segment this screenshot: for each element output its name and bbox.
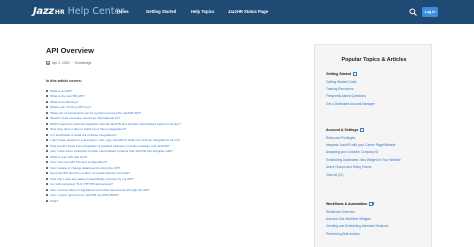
section-list-getting-started: Getting Started Guide Training Resources F… (326, 78, 426, 108)
article-category[interactable]: Knowledge (75, 61, 92, 65)
external-link-icon (369, 202, 374, 206)
toc-item-label: Can I export reports from JazzHR via CSV… (50, 193, 120, 198)
jazzhr-logo[interactable]: Jazz HR Help Center (33, 6, 124, 18)
toc-item-label: Does the API limit the number of results… (50, 171, 130, 176)
bullet-icon (46, 161, 48, 164)
sidebar-link[interactable]: Assigning your LinkedIn Company ID (326, 149, 426, 156)
bullet-icon (46, 199, 48, 202)
toc-item-label: Is it still encrypted: TLS / HTTPS and a… (50, 182, 113, 187)
toc-item-label: What is an API? (50, 88, 73, 93)
bullet-icon (46, 117, 48, 120)
toc-item-label: Which would an external integration bene… (50, 121, 181, 126)
bullet-icon (46, 155, 48, 158)
toc-item-label: Where can I find my API Key? (50, 105, 92, 110)
table-of-contents: What is an API? What is the JazzHR API? Wh… (46, 88, 296, 204)
bullet-icon (46, 172, 48, 175)
section-heading-account-settings[interactable]: Account & Settings (326, 128, 365, 132)
bullet-icon (46, 183, 48, 186)
section-heading-label: Getting Started (326, 72, 352, 76)
toc-item-label: Can I delete or change data/records usin… (50, 165, 121, 170)
toc-item-label: How long does it take to build out of th… (50, 127, 127, 132)
sidebar-link[interactable]: Embedding Automated Jobs Widget on Your … (326, 156, 426, 163)
toc-item-label: Can I set your API inbound configuration… (50, 160, 108, 165)
toc-item-label: What sort of interactions can be perform… (50, 110, 142, 115)
sidebar-link[interactable]: Performing Bulk Actions (326, 230, 426, 237)
toc-item-label: FAQ's (50, 198, 59, 203)
logo-jazz-text: Jazz (33, 6, 54, 17)
sidebar-link[interactable]: Add and Use Workflow Widgets (326, 215, 426, 222)
logo-hr-text: HR (54, 9, 65, 16)
toc-item[interactable]: FAQ's (46, 198, 296, 204)
section-list-account-settings: Roles and Privileges Integrate JazzHR wit… (326, 134, 426, 178)
sidebar-link[interactable]: Integrate JazzHR with your Career Page/W… (326, 141, 426, 148)
toc-item-label: How can I view any data not specifically… (50, 176, 134, 181)
sidebar-link[interactable]: Getting Started Guide (326, 78, 426, 85)
sidebar-link[interactable]: Workflows Overview (326, 208, 426, 215)
article-meta: Apr 2, 2020 · Knowledge (46, 60, 91, 66)
calendar-icon (46, 61, 50, 65)
bullet-icon (46, 122, 48, 125)
sidebar-title: Popular Topics & Articles (341, 57, 407, 63)
bullet-icon (46, 188, 48, 191)
toc-item-label: Is it worthwhile to build out of these i… (50, 132, 117, 137)
nav-getting-started[interactable]: Getting Started (146, 9, 176, 14)
sidebar-link[interactable]: Creating and Scheduling Interview Sessio… (326, 223, 426, 230)
bullet-icon (46, 150, 48, 153)
bullet-icon (46, 166, 48, 169)
external-link-icon (353, 72, 358, 76)
bullet-icon (46, 89, 48, 92)
sidebar-link[interactable]: Training Resources (326, 85, 426, 92)
sidebar-link[interactable]: Frequently Asked Questions (326, 93, 426, 100)
bullet-icon (46, 194, 48, 197)
bullet-icon (46, 144, 48, 147)
sidebar-link[interactable]: Roles and Privileges (326, 134, 426, 141)
toc-label: In this article covers: (46, 79, 82, 83)
toc-item-label: Can I access offers in Signatures and ot… (50, 187, 150, 192)
page-title: API Overview (46, 46, 94, 55)
bullet-icon (46, 177, 48, 180)
section-list-workflows: Workflows Overview Add and Use Workflow W… (326, 208, 426, 238)
section-heading-label: Workflows & Automation (326, 202, 368, 206)
logo-help-center-text: Help Center (67, 6, 125, 17)
bullet-icon (46, 106, 48, 109)
toc-item-label: Would I need someone use these Internati… (50, 116, 121, 121)
external-link-icon (360, 128, 365, 132)
section-heading-label: Account & Settings (326, 128, 359, 132)
sidebar-link[interactable]: Users Groups and Hiring Teams (326, 164, 426, 171)
login-button[interactable]: Log In (422, 7, 438, 17)
bullet-icon (46, 111, 48, 114)
nav-home[interactable]: Home (117, 9, 129, 14)
bullet-icon (46, 100, 48, 103)
site-header: Jazz HR Help Center Home Getting Started… (0, 0, 474, 24)
nav-status-page[interactable]: JazzHR Status Page (228, 9, 268, 14)
bullet-icon (46, 139, 48, 142)
bullet-icon (46, 133, 48, 136)
sidebar-link[interactable]: Get a Dedicated Account Manager (326, 100, 426, 107)
meta-separator: · (71, 61, 73, 65)
toc-item-label: What is an API Key? (50, 99, 79, 104)
section-heading-workflows[interactable]: Workflows & Automation (326, 202, 374, 206)
toc-item-label: I don't have access to a developer. Can … (50, 138, 181, 143)
bullet-icon (46, 95, 48, 98)
bullet-icon (46, 128, 48, 131)
toc-item-label: How would I know if an integration is po… (50, 143, 170, 148)
toc-item-label: Can I view some examples of other cloud-… (50, 149, 173, 154)
search-icon[interactable] (409, 8, 417, 16)
nav-help-topics[interactable]: Help Topics (191, 9, 214, 14)
toc-item-label: What is your API rate limit? (50, 154, 88, 159)
toc-item-label: What is the JazzHR API? (50, 94, 85, 99)
popular-topics-sidebar: Popular Topics & Articles Getting Starte… (314, 44, 432, 247)
section-heading-getting-started[interactable]: Getting Started (326, 72, 358, 76)
article-date: Apr 2, 2020 (52, 61, 70, 65)
sidebar-link[interactable]: View All (11) (326, 171, 426, 178)
